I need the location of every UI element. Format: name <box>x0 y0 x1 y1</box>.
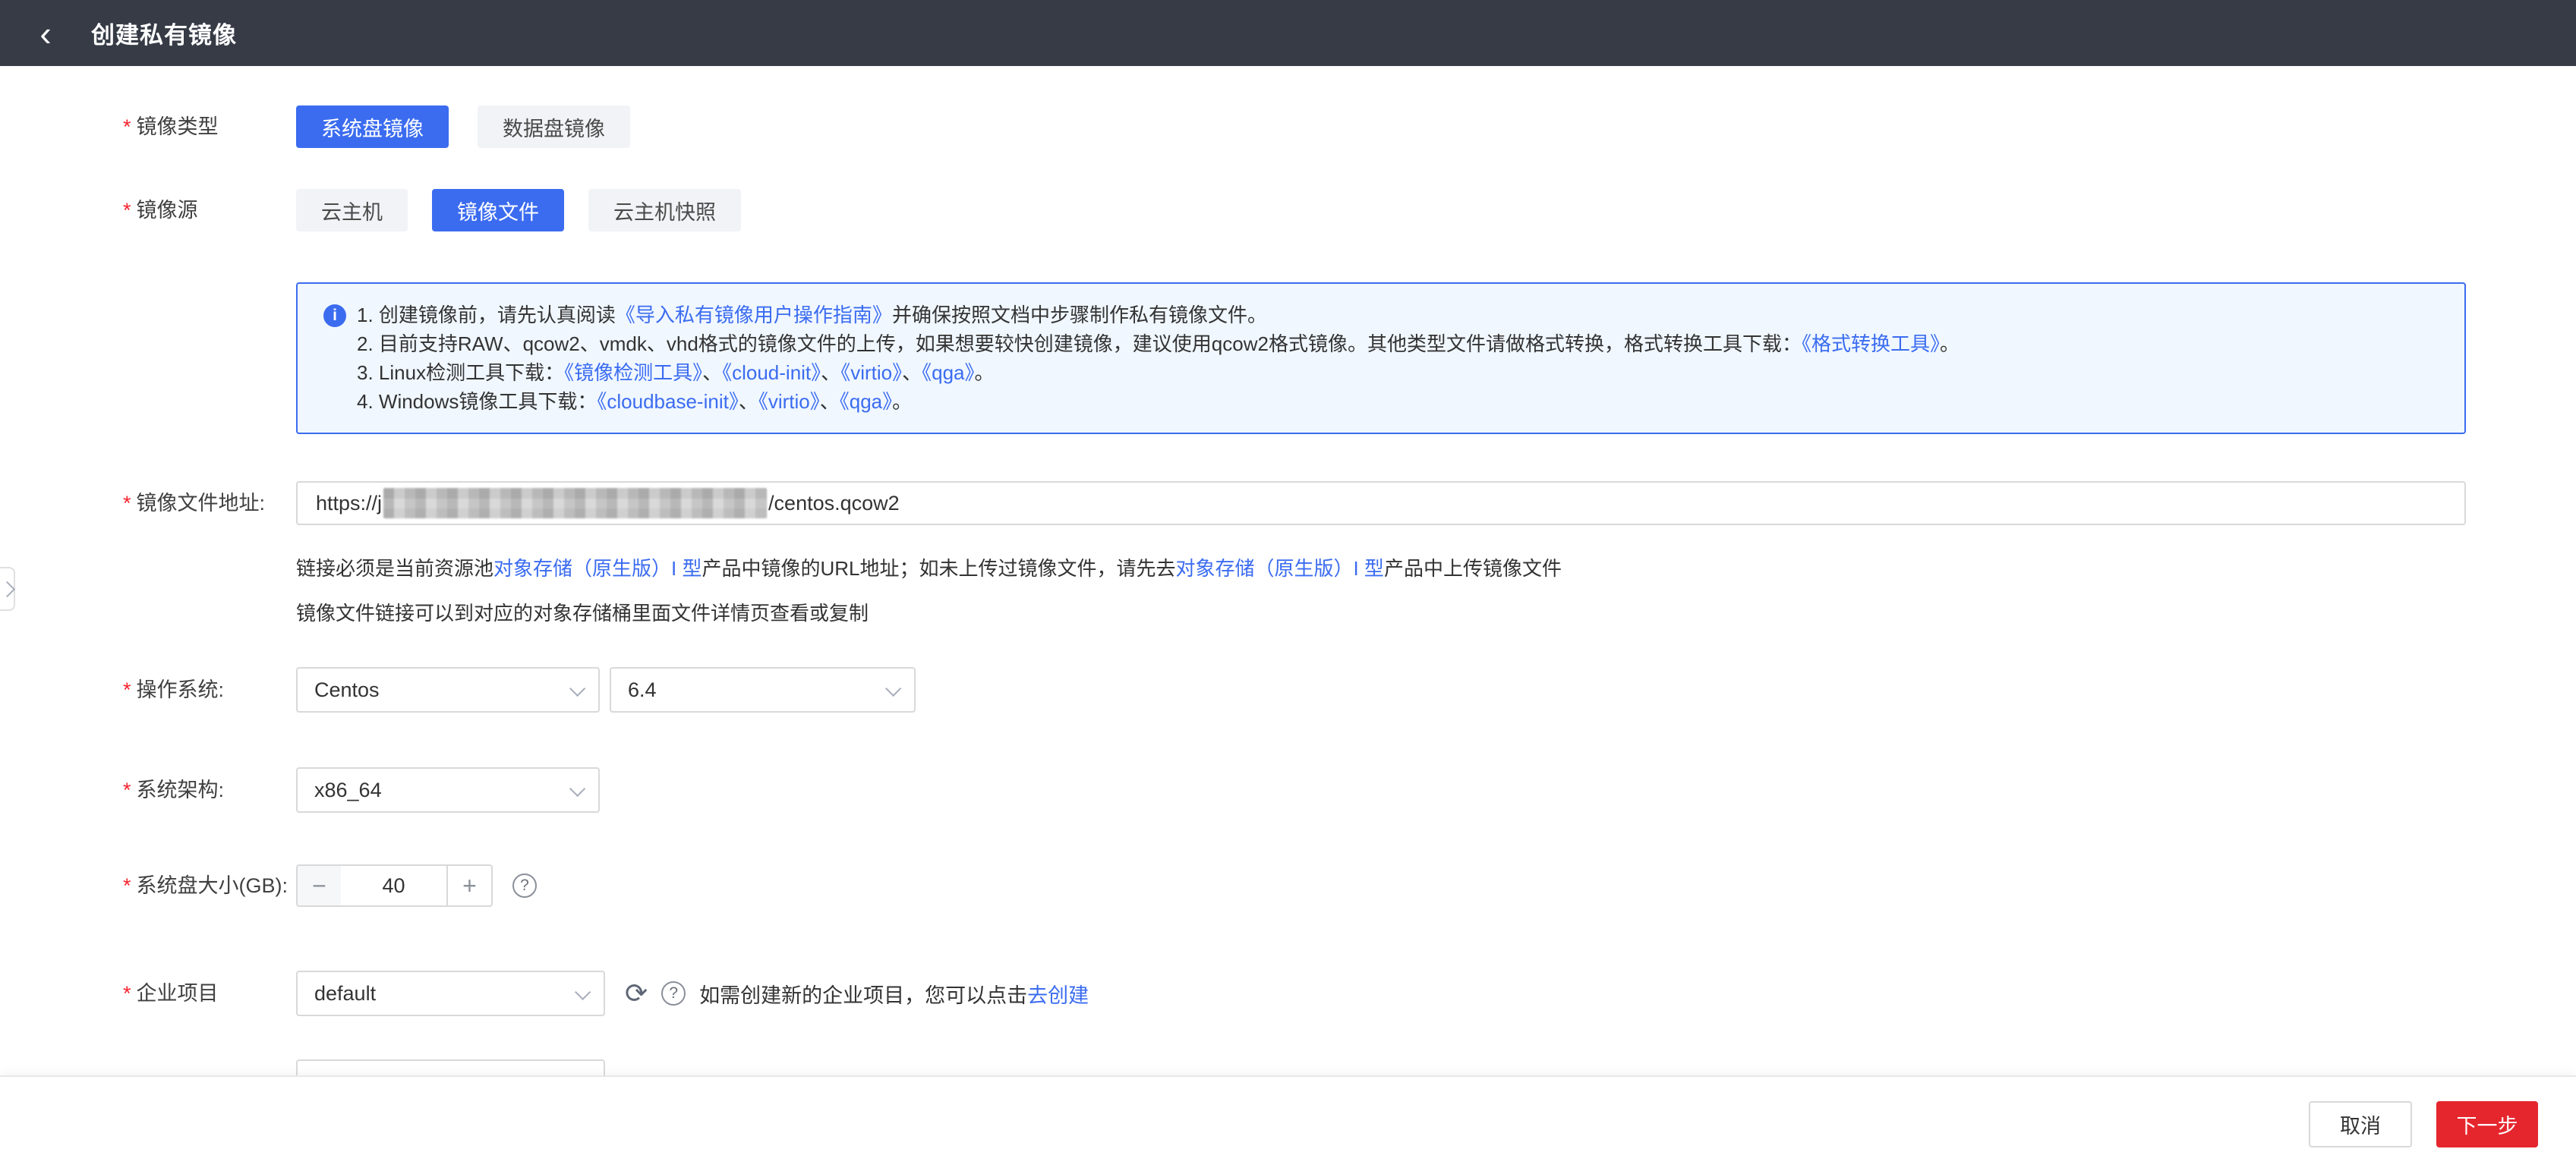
image-url-prefix: https://j <box>316 492 382 515</box>
image-source-row: * 镜像源 云主机 镜像文件 云主机快照 <box>123 189 770 231</box>
required-asterisk: * <box>123 864 131 907</box>
back-button[interactable]: ‹ <box>0 0 91 66</box>
link-virtio-linux[interactable]: 《virtio》 <box>840 361 902 384</box>
link-qga-linux[interactable]: 《qga》 <box>922 361 974 384</box>
os-family-value: Centos <box>314 678 380 702</box>
increment-button[interactable]: + <box>446 864 493 907</box>
project-row: * 企业项目 default ⟳ ? 如需创建新的企业项目，您可以点击去创建 <box>123 971 1089 1016</box>
chevron-down-icon <box>575 984 591 999</box>
image-url-row: * 镜像文件地址: <box>123 481 296 525</box>
link-object-storage-2[interactable]: 对象存储（原生版）I 型 <box>1175 557 1383 580</box>
disk-size-stepper: − + <box>296 864 493 907</box>
link-image-check-tool[interactable]: 《镜像检测工具》 <box>564 361 702 384</box>
link-object-storage-1[interactable]: 对象存储（原生版）I 型 <box>493 557 702 580</box>
decrement-button[interactable]: − <box>296 864 342 907</box>
image-type-option-system-disk[interactable]: 系统盘镜像 <box>296 105 449 148</box>
next-step-button[interactable]: 下一步 <box>2436 1101 2538 1147</box>
os-family-select[interactable]: Centos <box>296 667 600 713</box>
image-type-row: * 镜像类型 系统盘镜像 数据盘镜像 <box>123 105 659 148</box>
link-import-guide[interactable]: 《导入私有镜像用户操作指南》 <box>616 304 892 326</box>
image-source-option-image-file[interactable]: 镜像文件 <box>432 189 564 231</box>
link-cloudbase-init[interactable]: 《cloudbase-init》 <box>597 390 738 413</box>
disk-size-help-icon[interactable]: ? <box>512 874 537 898</box>
masked-url-segment <box>383 488 767 518</box>
image-url-input[interactable]: https://j /centos.qcow2 <box>296 481 2466 525</box>
project-label: * 企业项目 <box>123 971 296 1016</box>
refresh-icon[interactable]: ⟳ <box>625 980 648 1007</box>
notice-line-2: 2. 目前支持RAW、qcow2、vmdk、vhd格式的镜像文件的上传，如果想要… <box>357 329 1960 358</box>
chevron-down-icon <box>569 680 585 696</box>
image-source-option-host-snapshot[interactable]: 云主机快照 <box>588 189 741 231</box>
required-asterisk: * <box>123 189 131 231</box>
page-title: 创建私有镜像 <box>91 16 237 50</box>
image-url-suffix: /centos.qcow2 <box>768 492 900 515</box>
sidebar-expand-handle[interactable] <box>0 567 15 611</box>
disk-size-label: * 系统盘大小(GB): <box>123 864 296 907</box>
disk-size-row: * 系统盘大小(GB): − + ? <box>123 864 537 907</box>
link-virtio-windows[interactable]: 《virtio》 <box>758 390 820 413</box>
info-icon: i <box>323 304 346 327</box>
required-asterisk: * <box>123 481 131 525</box>
image-source-option-cloud-host[interactable]: 云主机 <box>296 189 408 231</box>
required-asterisk: * <box>123 767 131 813</box>
arch-row: * 系统架构: x86_64 <box>123 767 600 813</box>
image-type-label: * 镜像类型 <box>123 105 296 148</box>
image-type-option-data-disk[interactable]: 数据盘镜像 <box>478 105 630 148</box>
required-asterisk: * <box>123 105 131 148</box>
image-url-label: * 镜像文件地址: <box>123 481 296 525</box>
required-asterisk: * <box>123 971 131 1016</box>
project-hint: 如需创建新的企业项目，您可以点击去创建 <box>699 979 1089 1009</box>
notice-text: 1. 创建镜像前，请先认真阅读《导入私有镜像用户操作指南》并确保按照文档中步骤制… <box>357 301 1960 433</box>
link-format-convert-tool[interactable]: 《格式转换工具》 <box>1802 332 1940 355</box>
back-icon: ‹ <box>39 16 51 51</box>
image-source-label: * 镜像源 <box>123 189 296 231</box>
cancel-button[interactable]: 取消 <box>2309 1101 2412 1147</box>
chevron-down-icon <box>569 780 585 796</box>
footer-bar: 取消 下一步 <box>0 1075 2576 1171</box>
notice-line-1: 1. 创建镜像前，请先认真阅读《导入私有镜像用户操作指南》并确保按照文档中步骤制… <box>357 301 1960 329</box>
os-label: * 操作系统: <box>123 667 296 713</box>
os-version-select[interactable]: 6.4 <box>610 667 916 713</box>
project-help-icon[interactable]: ? <box>661 981 686 1006</box>
notice-box: i 1. 创建镜像前，请先认真阅读《导入私有镜像用户操作指南》并确保按照文档中步… <box>296 282 2466 434</box>
notice-line-3: 3. Linux检测工具下载：《镜像检测工具》、《cloud-init》、《vi… <box>357 358 1960 387</box>
arch-value: x86_64 <box>314 779 382 802</box>
os-row: * 操作系统: Centos 6.4 <box>123 667 916 713</box>
os-version-value: 6.4 <box>628 678 657 702</box>
link-cloud-init[interactable]: 《cloud-init》 <box>722 361 821 384</box>
page-header: ‹ 创建私有镜像 <box>0 0 2576 66</box>
link-create-project[interactable]: 去创建 <box>1027 984 1089 1007</box>
notice-line-4: 4. Windows镜像工具下载：《cloudbase-init》、《virti… <box>357 387 1960 416</box>
project-select[interactable]: default <box>296 971 605 1016</box>
chevron-right-icon <box>0 581 15 597</box>
required-asterisk: * <box>123 667 131 713</box>
link-qga-windows[interactable]: 《qga》 <box>840 390 892 413</box>
disk-size-input[interactable] <box>341 864 448 907</box>
project-value: default <box>314 982 376 1006</box>
image-url-help-1: 链接必须是当前资源池对象存储（原生版）I 型产品中镜像的URL地址；如未上传过镜… <box>296 553 1562 581</box>
image-url-help-2: 镜像文件链接可以到对应的对象存储桶里面文件详情页查看或复制 <box>296 598 869 626</box>
arch-select[interactable]: x86_64 <box>296 767 600 813</box>
chevron-down-icon <box>885 680 901 696</box>
arch-label: * 系统架构: <box>123 767 296 813</box>
